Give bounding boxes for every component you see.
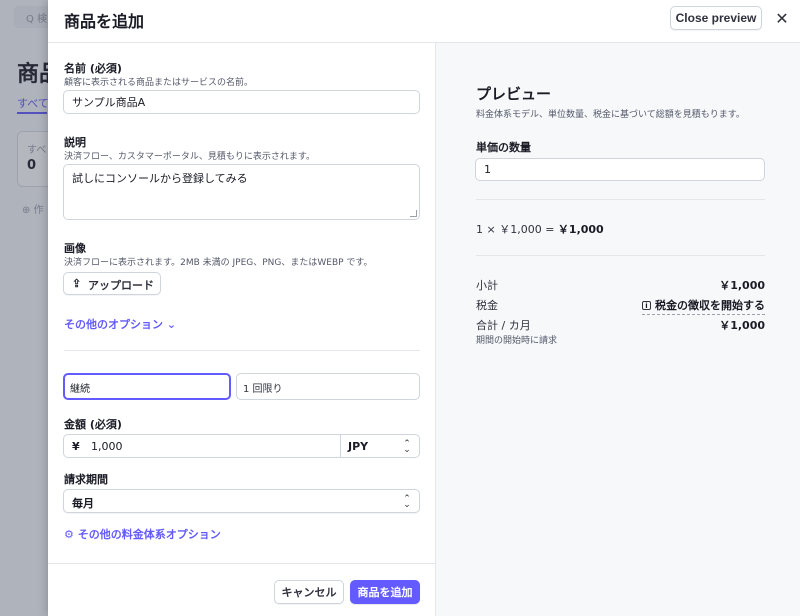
more-options-label: その他のオプション xyxy=(64,318,163,331)
upload-icon: ⇪ xyxy=(72,278,82,290)
total-note: 期間の開始時に請求 xyxy=(476,336,558,346)
amount-value[interactable]: 1,000 xyxy=(91,440,123,453)
name-input[interactable] xyxy=(63,90,420,114)
amount-currency-separator xyxy=(340,435,341,457)
resize-grip-icon[interactable] xyxy=(410,210,417,217)
currency-symbol: ¥ xyxy=(72,440,80,453)
image-label: 画像 xyxy=(64,242,86,255)
product-form: 名前 (必須) 顧客に表示される商品またはサービスの名前。 説明 決済フロー、カ… xyxy=(48,43,436,616)
info-icon: i xyxy=(642,301,651,310)
billing-type-recurring[interactable]: 継続 xyxy=(63,373,231,400)
more-options-link[interactable]: その他のオプション ⌄ xyxy=(64,316,176,332)
subtotal-label: 小計 xyxy=(476,279,498,292)
price-formula: 1 × ￥1,000 = ￥1,000 xyxy=(476,221,604,237)
name-label: 名前 (必須) xyxy=(64,62,122,75)
more-price-options-label: その他の料金体系オプション xyxy=(77,528,221,541)
description-hint: 決済フロー、カスタマーポータル、見積もりに表示されます。 xyxy=(64,152,316,162)
billing-period-select[interactable]: 毎月 ⌃ ⌄ xyxy=(63,489,420,513)
quantity-label: 単価の数量 xyxy=(476,141,531,154)
billing-type-one-time[interactable]: 1 回限り xyxy=(236,373,420,400)
chevron-down-icon: ⌄ xyxy=(166,318,177,331)
start-tax-collection-link[interactable]: i 税金の徴収を開始する xyxy=(642,297,765,315)
preview-subtitle: 料金体系モデル、単位数量、税金に基づいて総額を見積もります。 xyxy=(476,110,745,120)
more-price-options-link[interactable]: ⚙ その他の料金体系オプション xyxy=(64,526,221,542)
panel-header: 商品を追加 Close preview ✕ xyxy=(48,0,800,43)
upload-label: アップロード xyxy=(88,280,154,292)
total-label: 合計 / カ月 xyxy=(476,319,531,332)
close-icon[interactable]: ✕ xyxy=(772,8,792,28)
upload-button[interactable]: ⇪ アップロード xyxy=(63,272,161,295)
amount-field[interactable]: ¥ 1,000 JPY ⌃ ⌄ xyxy=(63,434,420,458)
subtotal-value: ￥1,000 xyxy=(719,279,765,292)
preview-divider xyxy=(476,255,765,256)
add-product-panel: 商品を追加 Close preview ✕ 名前 (必須) 顧客に表示される商品… xyxy=(48,0,800,616)
billing-period-label: 請求期間 xyxy=(64,473,108,486)
tax-label: 税金 xyxy=(476,299,498,312)
name-hint: 顧客に表示される商品またはサービスの名前。 xyxy=(64,78,254,88)
cancel-button[interactable]: キャンセル xyxy=(274,580,344,604)
preview-title: プレビュー xyxy=(476,85,552,103)
currency-select[interactable]: JPY xyxy=(348,440,368,453)
gear-icon: ⚙ xyxy=(64,528,74,541)
total-value: ￥1,000 xyxy=(719,319,765,332)
description-label: 説明 xyxy=(64,136,86,149)
amount-label: 金額 (必須) xyxy=(64,418,122,431)
close-preview-button[interactable]: Close preview xyxy=(670,6,762,30)
preview-pane: プレビュー 料金体系モデル、単位数量、税金に基づいて総額を見積もります。 単価の… xyxy=(436,43,800,616)
description-textarea[interactable]: 試しにコンソールから登録してみる xyxy=(63,164,420,220)
quantity-input[interactable] xyxy=(475,158,765,181)
chevron-up-down-icon: ⌃ ⌄ xyxy=(403,494,411,510)
formula-result: ￥1,000 xyxy=(557,223,604,236)
chevron-up-down-icon: ⌃ ⌄ xyxy=(403,439,411,455)
form-footer: キャンセル 商品を追加 xyxy=(48,563,435,616)
preview-divider xyxy=(476,199,765,200)
form-divider xyxy=(64,350,420,351)
description-text: 試しにコンソールから登録してみる xyxy=(72,172,248,185)
billing-period-value: 毎月 xyxy=(72,497,94,510)
add-product-button[interactable]: 商品を追加 xyxy=(350,580,420,604)
formula-prefix: 1 × ￥1,000 = xyxy=(476,223,555,236)
image-hint: 決済フローに表示されます。2MB 未満の JPEG、PNG、またはWEBP です… xyxy=(64,258,373,268)
panel-title: 商品を追加 xyxy=(64,12,145,31)
tax-link-label: 税金の徴収を開始する xyxy=(655,299,765,312)
